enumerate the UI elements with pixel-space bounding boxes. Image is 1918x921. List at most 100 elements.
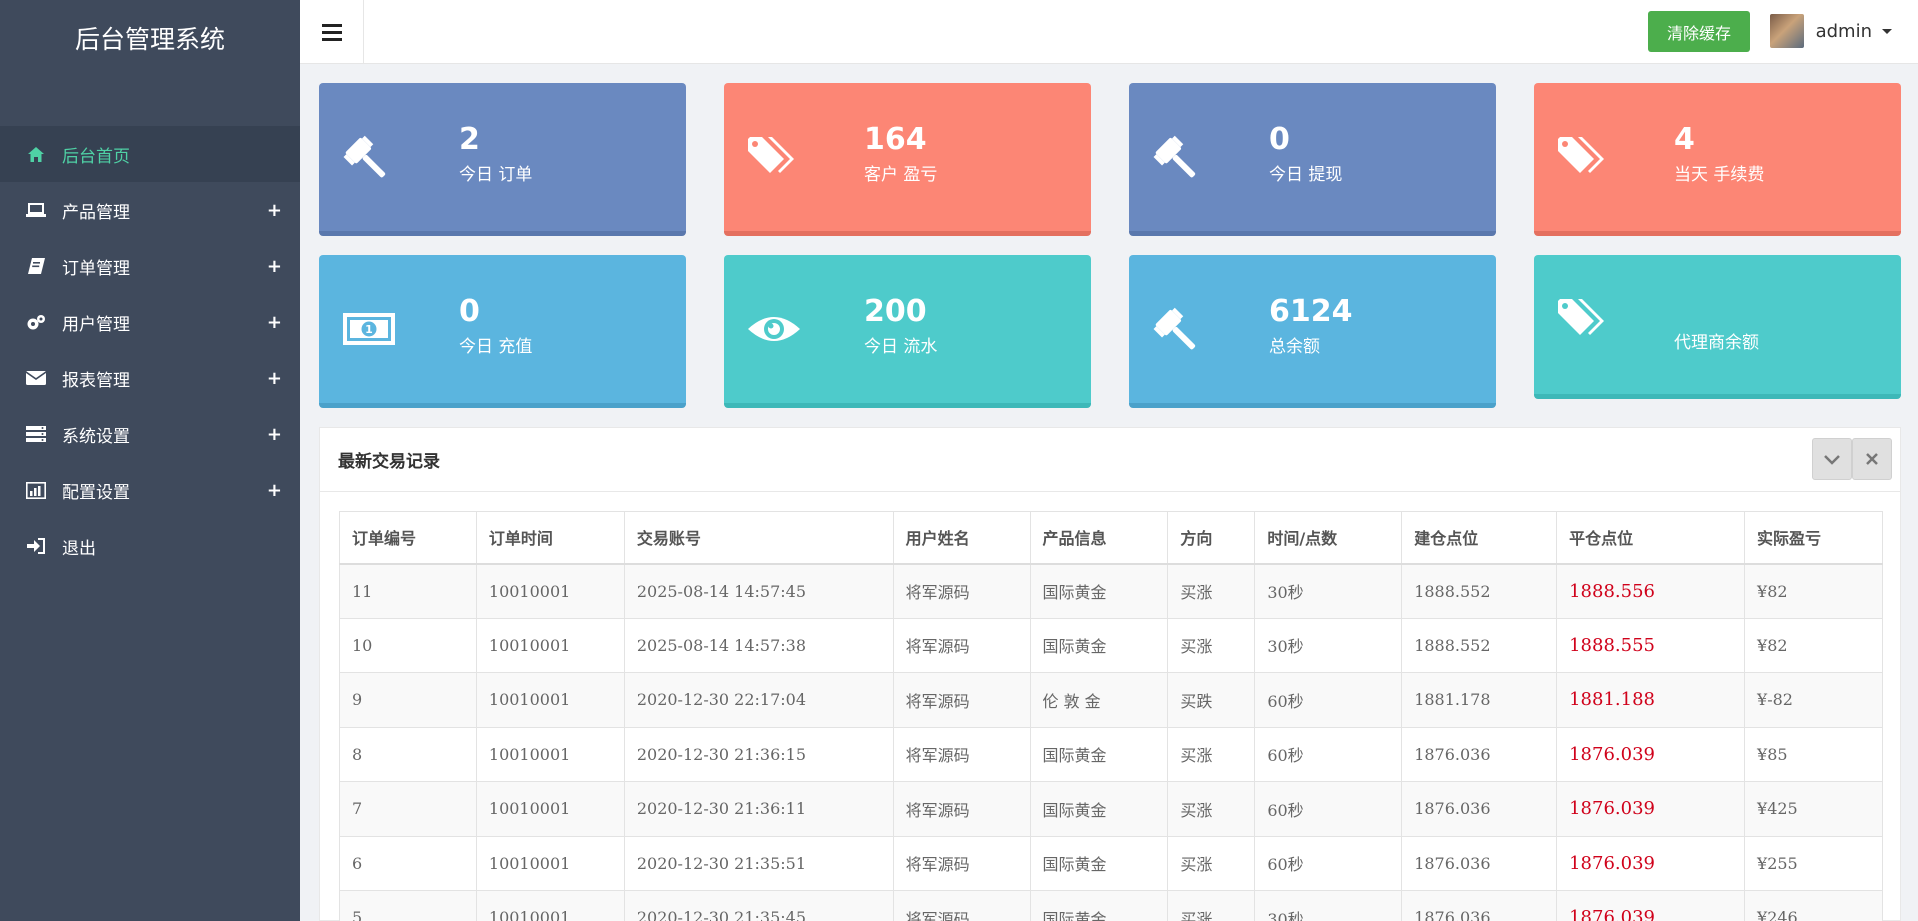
user-menu[interactable]: admin <box>1769 14 1892 48</box>
stat-label: 总余额 <box>1269 337 1320 357</box>
table-cell: 将军源码 <box>892 563 1031 619</box>
sidebar-item-logout[interactable]: 退出 <box>0 518 300 574</box>
sidebar-item-products[interactable]: 产品管理 + <box>0 182 300 238</box>
sidebar-item-users[interactable]: 用户管理 + <box>0 294 300 350</box>
gavel-icon <box>1151 301 1207 357</box>
stat-label: 今日 提现 <box>1269 165 1343 185</box>
sidebar-item-label: 订单管理 <box>62 258 130 279</box>
table-cell: 伦 敦 金 <box>1029 672 1169 728</box>
stat-value: 164 <box>864 122 927 157</box>
stat-card-total-balance: 6124 总余额 <box>1129 255 1496 408</box>
stat-card-agent-balance: 代理商余额 <box>1534 255 1901 399</box>
panel-header: 最新交易记录 <box>320 428 1900 492</box>
table-cell: 国际黄金 <box>1029 617 1169 673</box>
tags-icon <box>1556 291 1612 347</box>
expand-plus-icon[interactable]: + <box>267 312 282 333</box>
stat-value <box>1674 291 1759 324</box>
table-row: 11 10010001 2025-08-14 14:57:45 将军源码 国际黄… <box>339 563 1883 619</box>
sidebar-item-label: 后台首页 <box>62 146 130 167</box>
table-cell: 60秒 <box>1254 726 1403 782</box>
laptop-icon <box>24 200 48 220</box>
stat-value: 2 <box>459 122 480 157</box>
expand-plus-icon[interactable]: + <box>267 256 282 277</box>
gavel-icon <box>341 129 397 185</box>
stat-card-today-withdraw: 0 今日 提现 <box>1129 83 1496 236</box>
sidebar-item-label: 配置设置 <box>62 482 130 503</box>
eye-icon <box>746 301 802 357</box>
home-icon <box>24 144 48 164</box>
table-cell: 2020-12-30 21:35:51 <box>623 835 894 891</box>
table-cell: 60秒 <box>1254 672 1403 728</box>
sidebar-item-orders[interactable]: 订单管理 + <box>0 238 300 294</box>
table-cell: 1881.178 <box>1401 672 1558 728</box>
table-cell: 2025-08-14 14:57:45 <box>623 563 894 619</box>
expand-plus-icon[interactable]: + <box>267 424 282 445</box>
sidebar-item-reports[interactable]: 报表管理 + <box>0 350 300 406</box>
table-row: 6 10010001 2020-12-30 21:35:51 将军源码 国际黄金… <box>339 835 1883 891</box>
table-cell: 1876.039 <box>1556 835 1746 891</box>
stat-label: 今日 充值 <box>459 337 533 357</box>
table-cell: 2025-08-14 14:57:38 <box>623 617 894 673</box>
sidebar-item-home[interactable]: 后台首页 <box>0 126 300 182</box>
table-cell: 国际黄金 <box>1029 781 1169 837</box>
table-cell: 5 <box>339 890 477 921</box>
close-button[interactable] <box>1852 438 1892 480</box>
stat-value: 200 <box>864 294 927 329</box>
table-cell: 7 <box>339 781 477 837</box>
server-icon <box>24 424 48 444</box>
expand-plus-icon[interactable]: + <box>267 368 282 389</box>
table-cell: 将军源码 <box>892 672 1031 728</box>
menu-toggle-icon[interactable] <box>300 0 364 64</box>
table-cell: 10010001 <box>475 781 625 837</box>
table-cell: 国际黄金 <box>1029 890 1169 921</box>
table-cell: 30秒 <box>1254 563 1403 619</box>
stat-value: 0 <box>459 294 480 329</box>
table-cell: ¥82 <box>1744 617 1883 673</box>
table-cell: 2020-12-30 22:17:04 <box>623 672 894 728</box>
stat-card-customer-pnl: 164 客户 盈亏 <box>724 83 1091 236</box>
column-header: 时间/点数 <box>1254 511 1403 565</box>
book-icon <box>24 256 48 276</box>
table-cell: 1888.556 <box>1556 563 1746 619</box>
collapse-button[interactable] <box>1812 438 1852 480</box>
stat-card-today-orders: 2 今日 订单 <box>319 83 686 236</box>
table-cell: 10010001 <box>475 617 625 673</box>
stat-label: 今日 订单 <box>459 165 533 185</box>
caret-down-icon <box>1882 28 1892 34</box>
sign-in-icon <box>24 536 48 556</box>
table-cell: 1888.552 <box>1401 563 1558 619</box>
trades-table: 订单编号 订单时间 交易账号 用户姓名 产品信息 方向 时间/点数 建仓点位 平… <box>339 511 1883 921</box>
table-cell: 将军源码 <box>892 781 1031 837</box>
table-cell: 10010001 <box>475 726 625 782</box>
table-cell: 国际黄金 <box>1029 726 1169 782</box>
table-cell: ¥255 <box>1744 835 1883 891</box>
table-cell: 1888.555 <box>1556 617 1746 673</box>
stat-value: 4 <box>1674 122 1695 157</box>
table-cell: 1876.036 <box>1401 890 1558 921</box>
sidebar-item-config-settings[interactable]: 配置设置 + <box>0 462 300 518</box>
sidebar-item-label: 系统设置 <box>62 426 130 447</box>
clear-cache-button[interactable]: 清除缓存 <box>1648 11 1750 52</box>
table-cell: 将军源码 <box>892 835 1031 891</box>
expand-plus-icon[interactable]: + <box>267 200 282 221</box>
table-cell: 1876.039 <box>1556 781 1746 837</box>
stat-value: 6124 <box>1269 294 1353 329</box>
close-icon <box>1866 450 1878 469</box>
column-header: 订单编号 <box>339 511 477 565</box>
table-cell: 30秒 <box>1254 890 1403 921</box>
table-row: 5 10010001 2020-12-30 21:35:45 将军源码 国际黄金… <box>339 890 1883 921</box>
table-cell: ¥-82 <box>1744 672 1883 728</box>
table-cell: ¥425 <box>1744 781 1883 837</box>
stat-card-today-turnover: 200 今日 流水 <box>724 255 1091 408</box>
expand-plus-icon[interactable]: + <box>267 480 282 501</box>
table-cell: 10010001 <box>475 835 625 891</box>
table-header-row: 订单编号 订单时间 交易账号 用户姓名 产品信息 方向 时间/点数 建仓点位 平… <box>339 511 1883 565</box>
table-cell: 2020-12-30 21:36:11 <box>623 781 894 837</box>
money-icon: 1 <box>341 301 397 357</box>
column-header: 方向 <box>1167 511 1256 565</box>
sidebar-menu: 后台首页 产品管理 + 订单管理 + 用户管理 + 报表管理 + 系统设置 + … <box>0 126 300 574</box>
sidebar-item-system-settings[interactable]: 系统设置 + <box>0 406 300 462</box>
column-header: 平仓点位 <box>1556 511 1746 565</box>
table-cell: 30秒 <box>1254 617 1403 673</box>
table-cell: 10010001 <box>475 890 625 921</box>
